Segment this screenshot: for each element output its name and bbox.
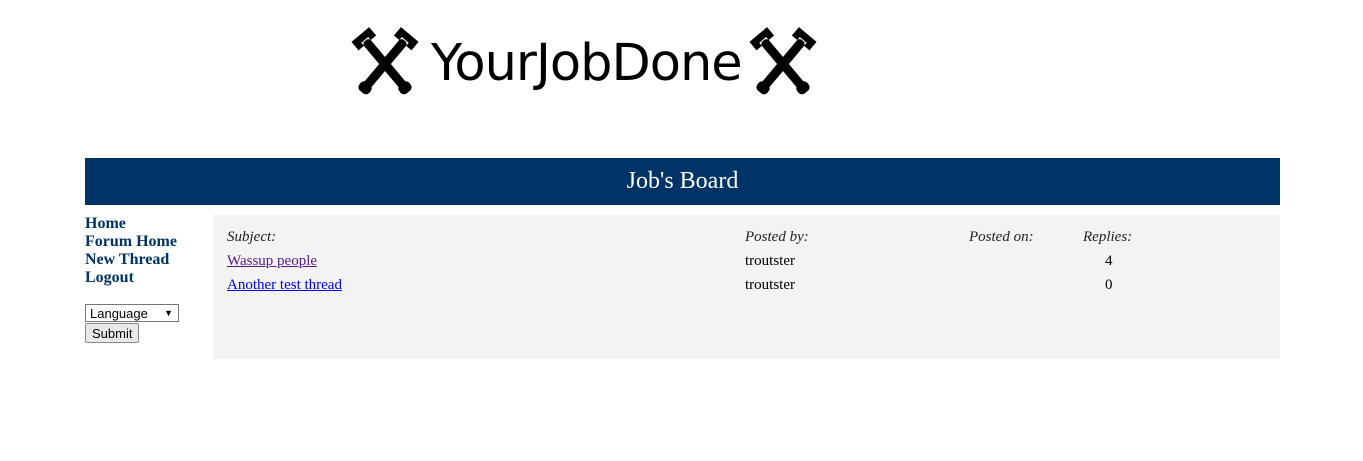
nav-new-thread-link[interactable]: New Thread (85, 251, 205, 269)
threads-table: Subject: Posted by: Posted on: Replies: … (213, 215, 1280, 359)
language-select[interactable]: Language ▼ (85, 304, 179, 322)
thread-replies: 4 (1105, 253, 1113, 269)
thread-link[interactable]: Wassup people (227, 253, 317, 270)
column-header-subject: Subject: (227, 229, 277, 245)
column-header-replies: Replies: (1083, 229, 1133, 245)
crossed-wrenches-icon (749, 27, 817, 95)
thread-replies: 0 (1105, 277, 1113, 293)
site-logo: YourJobDone (345, 26, 823, 102)
column-header-posted-on: Posted on: (969, 229, 1034, 245)
nav-logout-link[interactable]: Logout (85, 269, 205, 287)
chevron-down-icon: ▼ (164, 308, 173, 318)
submit-button[interactable]: Submit (85, 323, 140, 343)
nav-home-link[interactable]: Home (85, 215, 205, 233)
crossed-wrenches-icon (351, 27, 419, 95)
column-header-posted-by: Posted by: (745, 229, 809, 245)
sidebar: Home Forum Home New Thread Logout Langua… (85, 215, 205, 343)
logo-text: YourJobDone (431, 34, 743, 93)
thread-author: troutster (745, 253, 795, 269)
page-title: Job's Board (85, 158, 1280, 205)
thread-link[interactable]: Another test thread (227, 277, 342, 294)
language-select-value: Language (90, 305, 148, 321)
thread-author: troutster (745, 277, 795, 293)
language-form: Language ▼ Submit (85, 304, 205, 343)
nav-forum-home-link[interactable]: Forum Home (85, 233, 205, 251)
